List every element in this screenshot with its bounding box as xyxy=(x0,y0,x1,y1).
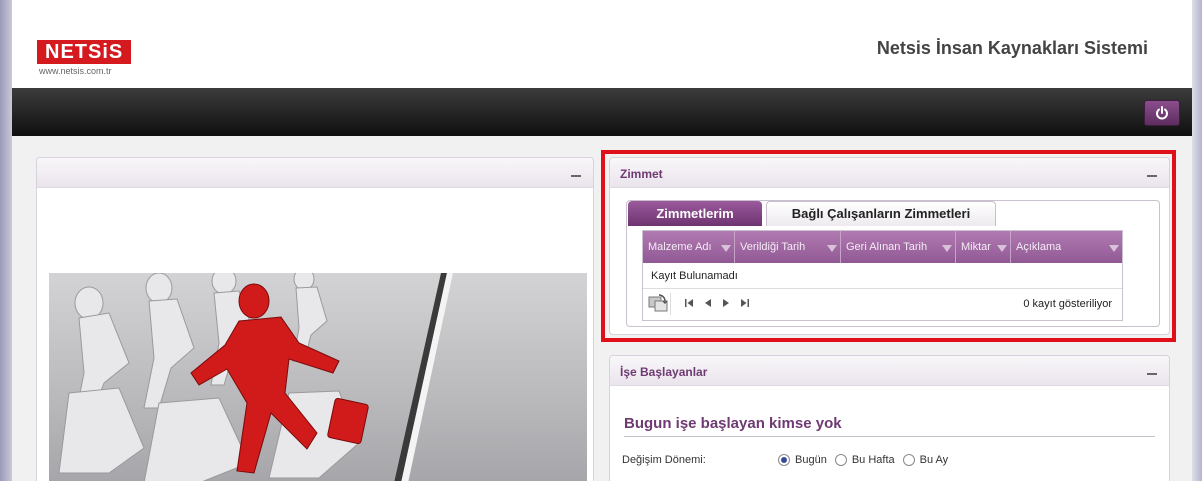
top-header: NETSiS www.netsis.com.tr Netsis İnsan Ka… xyxy=(12,0,1192,88)
hero-image xyxy=(49,273,587,481)
panel-header: İşe Başlayanlar xyxy=(610,356,1169,386)
nav-bar xyxy=(12,88,1192,136)
period-label: Değişim Dönemi: xyxy=(622,454,706,466)
radio-bugun[interactable]: Bugün xyxy=(778,454,827,466)
radio-label: Bu Ay xyxy=(919,454,949,466)
radio-label: Bu Hafta xyxy=(851,454,895,466)
logo-text: NETSiS xyxy=(37,40,132,64)
finish-line xyxy=(394,273,453,481)
ise-baslayanlar-title: İşe Başlayanlar xyxy=(620,365,708,379)
logo-url: www.netsis.com.tr xyxy=(39,66,112,76)
highlight-frame xyxy=(601,150,1176,342)
ise-baslayanlar-panel: İşe Başlayanlar Bugun işe başlayan kimse… xyxy=(609,355,1170,481)
app-title: Netsis İnsan Kaynakları Sistemi xyxy=(876,38,1148,58)
minimize-icon[interactable] xyxy=(569,166,583,180)
radio-checked[interactable] xyxy=(778,454,790,466)
panel-header xyxy=(37,158,593,188)
image-panel xyxy=(36,157,594,481)
radio-bu-hafta[interactable]: Bu Hafta xyxy=(834,454,895,466)
left-window-border xyxy=(0,0,12,481)
hero-illustration xyxy=(58,273,453,481)
minimize-icon[interactable] xyxy=(1145,364,1159,378)
radio-unchecked[interactable] xyxy=(902,454,915,466)
radio-label: Bugün xyxy=(795,454,827,466)
right-window-border xyxy=(1192,0,1202,481)
power-icon xyxy=(1156,106,1168,120)
netsis-logo[interactable]: NETSiS www.netsis.com.tr xyxy=(37,40,132,76)
period-row: Değişim Dönemi: Bugün Bu Hafta Bu Ay xyxy=(622,454,956,466)
ise-baslayanlar-message: Bugun işe başlayan kimse yok xyxy=(624,415,1155,437)
radio-bu-ay[interactable]: Bu Ay xyxy=(902,454,949,466)
logout-button[interactable] xyxy=(1144,100,1180,126)
radio-unchecked[interactable] xyxy=(834,454,847,466)
